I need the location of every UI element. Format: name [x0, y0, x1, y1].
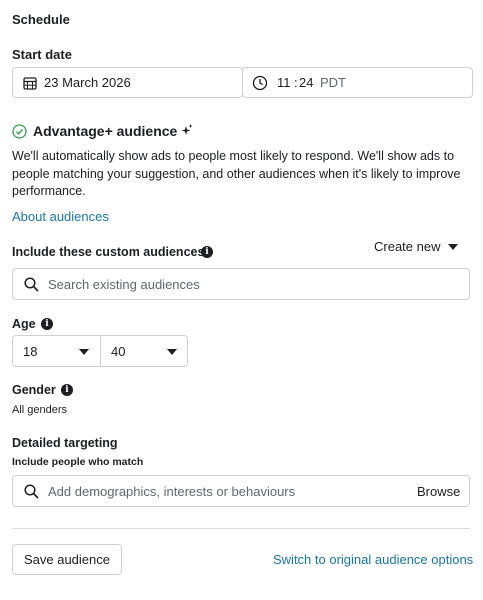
age-max-value: 40	[111, 344, 126, 359]
create-new-button[interactable]: Create new	[374, 239, 440, 254]
age-min-select[interactable]: 18	[12, 335, 101, 367]
chevron-down-icon	[79, 349, 89, 355]
advantage-description: We'll automatically show ads to people m…	[12, 149, 461, 198]
save-audience-button[interactable]: Save audience	[12, 544, 122, 575]
advantage-title: Advantage+ audience	[33, 123, 178, 139]
time-hour[interactable]: 11	[277, 75, 291, 90]
age-label: Age	[12, 317, 36, 331]
age-max-select[interactable]: 40	[100, 335, 188, 367]
search-placeholder: Search existing audiences	[48, 277, 200, 292]
chevron-down-icon	[167, 349, 177, 355]
schedule-heading: Schedule	[12, 12, 70, 27]
sparkle-icon	[181, 124, 193, 137]
start-time-field[interactable]: 11 : 24 PDT	[242, 67, 473, 98]
age-min-value: 18	[23, 344, 38, 359]
create-new-label: Create new	[374, 239, 441, 254]
custom-audiences-label: Include these custom audiences	[12, 245, 205, 259]
about-audiences-link[interactable]: About audiences	[12, 209, 109, 224]
chevron-down-icon	[448, 244, 458, 250]
gender-label: Gender	[12, 383, 56, 397]
detailed-targeting-label: Detailed targeting	[12, 436, 118, 450]
info-icon[interactable]: i	[201, 246, 213, 258]
switch-audience-options-link[interactable]: Switch to original audience options	[273, 552, 473, 567]
info-icon[interactable]: i	[41, 318, 53, 330]
search-icon	[24, 277, 39, 292]
timezone-label: PDT	[320, 75, 346, 90]
calendar-icon	[23, 76, 37, 90]
search-icon	[24, 484, 39, 499]
gender-value[interactable]: All genders	[12, 404, 67, 416]
detailed-targeting-sublabel: Include people who match	[12, 456, 144, 468]
divider	[12, 528, 470, 529]
custom-audience-search-input[interactable]: Search existing audiences	[12, 268, 470, 300]
info-icon[interactable]: i	[61, 384, 73, 396]
detailed-targeting-input[interactable]: Add demographics, interests or behaviour…	[12, 475, 470, 507]
detailed-targeting-placeholder: Add demographics, interests or behaviour…	[48, 484, 296, 499]
time-minute[interactable]: 24	[299, 75, 313, 90]
start-date-field[interactable]: 23 March 2026	[12, 67, 243, 98]
clock-icon	[252, 75, 268, 91]
save-audience-label: Save audience	[23, 552, 110, 567]
start-date-value: 23 March 2026	[44, 75, 131, 90]
check-circle-icon	[12, 124, 27, 139]
start-date-label: Start date	[12, 47, 72, 62]
browse-button[interactable]: Browse	[417, 484, 460, 499]
time-separator: :	[294, 75, 298, 90]
